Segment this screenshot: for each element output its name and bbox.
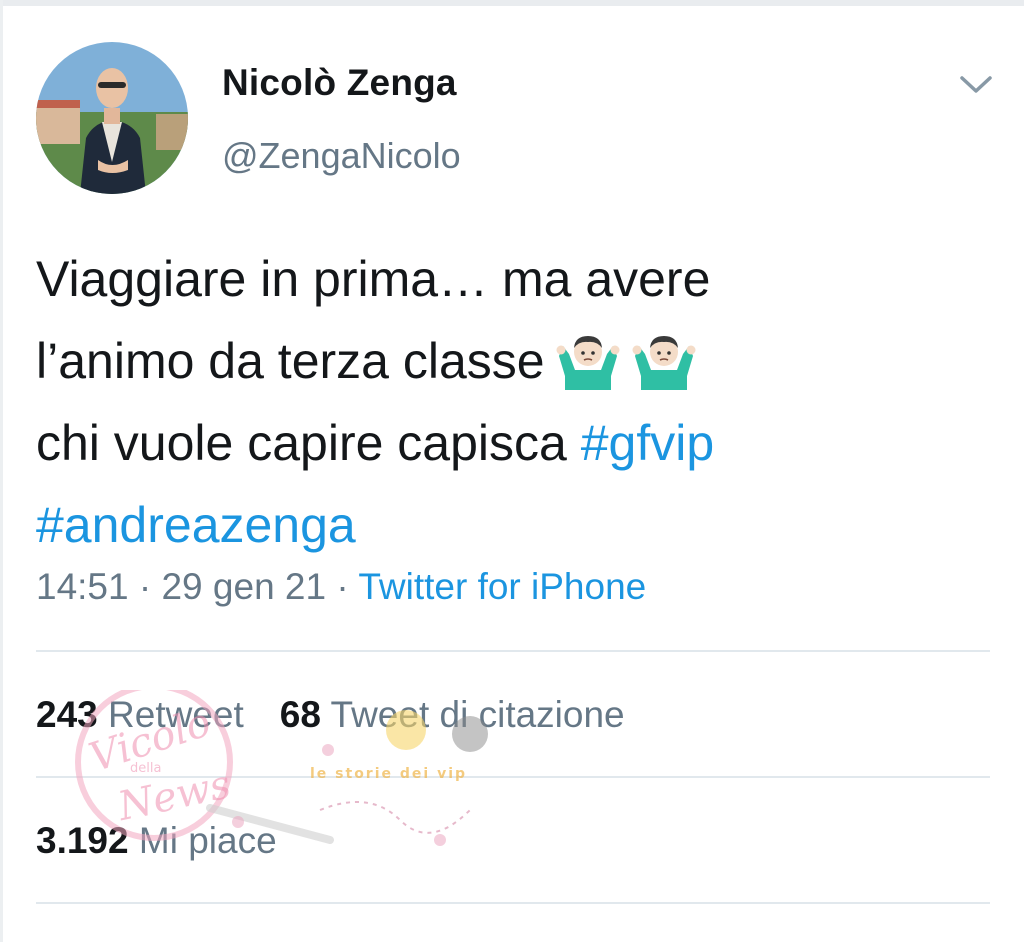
tweet-text-line-2: l’animo da terza classe [36,320,996,402]
tweet-source-link[interactable]: Twitter for iPhone [358,566,646,607]
divider [36,650,990,652]
tweet-date[interactable]: 29 gen 21 [161,566,326,607]
quote-stat[interactable]: 68 Tweet di citazione [280,694,625,735]
display-name[interactable]: Nicolò Zenga [222,62,457,104]
person-shrugging-emoji-icon [631,332,697,390]
like-count: 3.192 [36,820,129,861]
stats-row-likes: 3.192 Mi piace [36,820,277,862]
person-shrugging-emoji-icon [555,332,621,390]
avatar[interactable] [36,42,188,194]
meta-separator: · [138,566,152,607]
hashtag-andreazenga[interactable]: #andreazenga [36,497,356,553]
quote-label: Tweet di citazione [330,694,625,735]
username[interactable]: @ZengaNicolo [222,135,461,177]
hashtag-gfvip[interactable]: #gfvip [581,415,714,471]
tweet-text-line-3-text: chi vuole capire capisca [36,415,567,471]
tweet-time: 14:51 [36,566,129,607]
like-stat[interactable]: 3.192 Mi piace [36,820,277,861]
svg-text:le storie dei vip: le storie dei vip [310,766,467,782]
like-label: Mi piace [138,820,277,861]
avatar-image [36,42,188,194]
tweet-text: Viaggiare in prima… ma avere l’animo da … [36,238,996,566]
retweet-count: 243 [36,694,98,735]
tweet-meta: 14:51 · 29 gen 21 · Twitter for iPhone [36,566,646,608]
retweet-stat[interactable]: 243 Retweet [36,694,244,735]
divider [36,902,990,904]
retweet-label: Retweet [108,694,244,735]
quote-count: 68 [279,694,321,735]
left-border [0,0,3,942]
tweet-text-line-2-text: l’animo da terza classe [36,333,545,389]
svg-text:della: della [130,761,161,776]
meta-separator: · [336,566,349,607]
tweet-text-line-4: #andreazenga [36,484,996,566]
tweet-text-line-3: chi vuole capire capisca #gfvip [36,402,996,484]
top-border [0,0,1024,6]
divider [36,776,990,778]
chevron-down-icon[interactable] [956,70,996,98]
tweet-text-line-1: Viaggiare in prima… ma avere [36,251,711,307]
stats-row-retweets: 243 Retweet 68 Tweet di citazione [36,694,625,736]
